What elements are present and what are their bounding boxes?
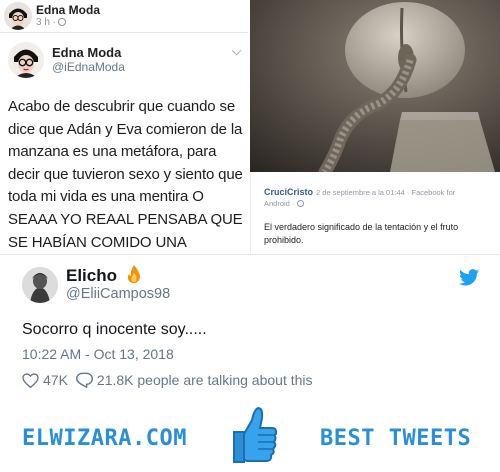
tweet-author-handle[interactable]: @EliiCampos98 [66, 286, 170, 302]
comment-author-name[interactable]: CruciCristo [264, 187, 313, 197]
comment-meta: 2 de septiembre a la 01:44 · Facebook fo… [316, 188, 456, 197]
reply-action[interactable]: 21.8K people are talking about this [75, 372, 313, 388]
tweet-author-label: Elicho [66, 266, 118, 285]
facebook-author-name[interactable]: Edna Moda [36, 3, 100, 17]
thumbs-up-icon [228, 404, 278, 469]
comment-text: El verdadero significado de la tentación… [264, 222, 459, 245]
like-count: 47K [43, 372, 68, 388]
tweet-card: Elicho @EliiCampos98 Socorro q inocente … [0, 254, 500, 400]
tweet-timestamp[interactable]: 10:22 AM - Oct 13, 2018 [22, 346, 174, 362]
facebook-post-time: 3 h · [36, 17, 67, 28]
globe-icon [296, 200, 304, 207]
talking-count: 21.8K people are talking about this [96, 372, 313, 388]
banner-site-name: ELWIZARA.COM [22, 426, 187, 451]
globe-icon [58, 18, 67, 26]
comment-author: CruciCristo 2 de septiembre a la 01:44 · … [264, 187, 455, 197]
chevron-down-icon[interactable] [231, 45, 242, 56]
embedded-tweet-handle[interactable]: @iEdnaModa [52, 60, 125, 74]
facebook-post-header: Edna Moda 3 h · [0, 0, 248, 32]
comment-icon[interactable] [75, 372, 93, 388]
like-action[interactable]: 47K [22, 372, 68, 388]
comment-meta-platform: Android · [264, 199, 304, 208]
embedded-tweet-author[interactable]: Edna Moda [52, 45, 121, 60]
screenshot-collage: Edna Moda 3 h · Edna Moda @iEdnaModa Aca… [0, 0, 500, 273]
user-avatar[interactable] [22, 267, 58, 303]
fire-emoji-icon [126, 265, 142, 288]
twitter-bird-icon[interactable] [459, 269, 479, 291]
post-time-text: 3 h · [36, 17, 57, 28]
embedded-tweet-card: Edna Moda @iEdnaModa Acabo de descubrir … [0, 32, 248, 273]
edna-mode-avatar[interactable] [4, 2, 32, 30]
heart-icon[interactable] [22, 372, 39, 388]
comment-platform-text: Android · [264, 199, 297, 208]
tweet-actions: 47K 21.8K people are talking about this [22, 372, 313, 388]
watermark-banner: ELWIZARA.COM BEST TWEETS [0, 400, 500, 472]
banner-tagline: BEST TWEETS [320, 426, 472, 451]
facebook-comment: CruciCristo 2 de septiembre a la 01:44 · … [250, 172, 500, 254]
embedded-tweet-text: Acabo de descubrir que cuando se dice qu… [8, 98, 243, 273]
edna-mode-avatar[interactable] [8, 42, 44, 78]
sculpture-photo [250, 0, 500, 172]
tweet-author-name[interactable]: Elicho [66, 265, 142, 288]
tweet-text: Socorro q inocente soy..... [22, 321, 207, 338]
